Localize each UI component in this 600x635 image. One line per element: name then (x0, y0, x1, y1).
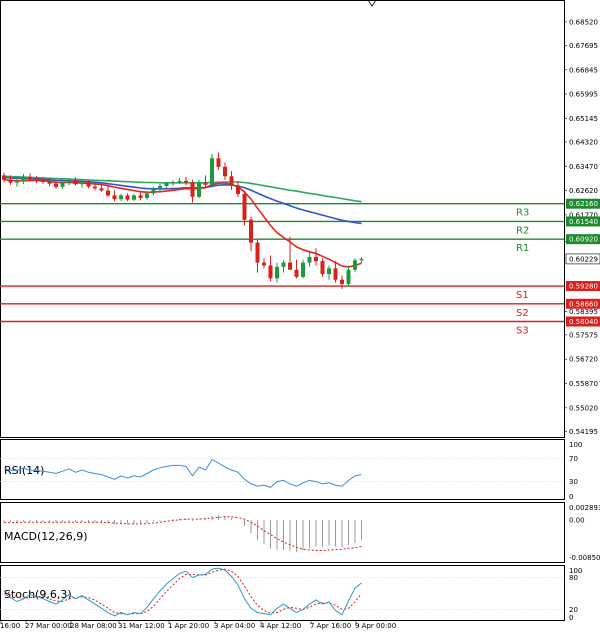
price-tick-label: 0.63470 (569, 163, 598, 171)
candle (353, 258, 357, 272)
level-badge-text: 0.58660 (569, 300, 598, 308)
macd-tick-label: 0.00 (569, 516, 585, 524)
macd-tick-label: -0.008506 (569, 554, 600, 562)
level-label-r2: R2 (516, 225, 529, 236)
price-tick-label: 0.54195 (569, 428, 598, 436)
price-tick-label: 0.55020 (569, 404, 598, 412)
time-tick-label: 16:00 (0, 622, 20, 630)
time-tick-label: 9 Apr 00:00 (355, 622, 396, 630)
price-tick-label: 0.56720 (569, 356, 598, 364)
stoch-tick-label: 0 (569, 614, 573, 622)
rsi-tick-label: 70 (569, 455, 578, 463)
macd-label: MACD(12,26,9) (4, 530, 88, 543)
price-tick-label: 0.65145 (569, 115, 598, 123)
level-badge-text: 0.60920 (569, 236, 598, 244)
candle (210, 153, 214, 186)
time-axis: 16:00 27 Mar 00:0028 Mar 08:00 31 Mar 12:0… (0, 620, 396, 630)
current-price: 0.60229 (569, 255, 598, 263)
time-tick-label: 27 Mar 00:00 (25, 622, 72, 630)
rsi-tick-label: 100 (569, 441, 582, 449)
time-tick-label: 1 Apr 20:00 (168, 622, 209, 630)
time-tick-label: 3 Apr 04:00 (214, 622, 255, 630)
time-tick-label: 7 Apr 16:00 (310, 622, 351, 630)
stoch-tick-label: 80 (569, 574, 578, 582)
time-tick-label: 4 Apr 12:00 (260, 622, 301, 630)
level-label-r3: R3 (516, 208, 529, 219)
price-tick-label: 0.68520 (569, 18, 598, 26)
level-badge-text: 0.59280 (569, 283, 598, 291)
level-label-s2: S2 (516, 308, 529, 319)
current-price-badge: 0.60229 (565, 253, 600, 265)
price-tick-label: 0.57575 (569, 331, 598, 339)
level-label-s1: S1 (516, 290, 529, 301)
price-tick-label: 0.67695 (569, 42, 598, 50)
price-tick-label: 0.66845 (569, 66, 598, 74)
level-label-r1: R1 (516, 243, 529, 254)
stoch-tick-label: 20 (569, 606, 578, 614)
price-tick-label: 0.58395 (569, 308, 598, 316)
level-label-s3: S3 (516, 325, 529, 336)
price-tick-label: 0.62620 (569, 187, 598, 195)
macd-tick-label: 0.002893 (569, 504, 600, 512)
price-tick-label: 0.64320 (569, 138, 598, 146)
price-tick-label: 0.65995 (569, 91, 598, 99)
rsi-tick-label: 30 (569, 478, 578, 486)
time-tick-label: 31 Mar 12:00 (118, 622, 165, 630)
rsi-tick-label: 0 (569, 493, 573, 501)
level-badge-text: 0.61540 (569, 218, 598, 226)
price-tick-label: 0.55870 (569, 380, 598, 388)
stoch-label: Stoch(9,6,3) (4, 588, 72, 601)
forex-chart: R3 R2 R1 S1 S2 S3 0.68520 0.67695 0.66845 0.6599… (0, 0, 600, 635)
level-badge-text: 0.62160 (569, 200, 598, 208)
time-tick-label: 28 Mar 08:00 (70, 622, 117, 630)
level-badge-text: 0.58040 (569, 318, 598, 326)
